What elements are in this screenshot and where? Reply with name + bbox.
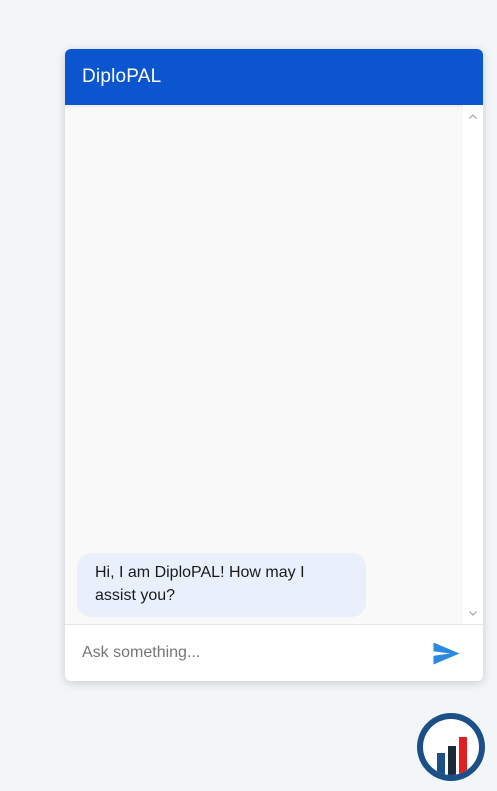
bot-message-text: Hi, I am DiploPAL! How may I assist you? [95, 564, 305, 604]
chevron-down-icon[interactable] [463, 604, 483, 622]
message-composer [65, 624, 483, 681]
bot-message-bubble: Hi, I am DiploPAL! How may I assist you? [77, 553, 366, 617]
send-icon [433, 642, 459, 664]
chevron-up-icon[interactable] [463, 107, 483, 125]
scrollbar[interactable] [463, 105, 483, 624]
send-button[interactable] [431, 640, 461, 666]
chat-window: DiploPAL Hi, I am DiploPAL! How may I as… [65, 49, 483, 681]
chat-header: DiploPAL [65, 49, 483, 105]
chat-launcher-button[interactable] [417, 713, 485, 781]
chat-title: DiploPAL [82, 66, 162, 87]
bar-chart-logo-icon [423, 719, 479, 775]
message-input[interactable] [82, 639, 402, 667]
message-list[interactable]: Hi, I am DiploPAL! How may I assist you? [65, 105, 483, 624]
